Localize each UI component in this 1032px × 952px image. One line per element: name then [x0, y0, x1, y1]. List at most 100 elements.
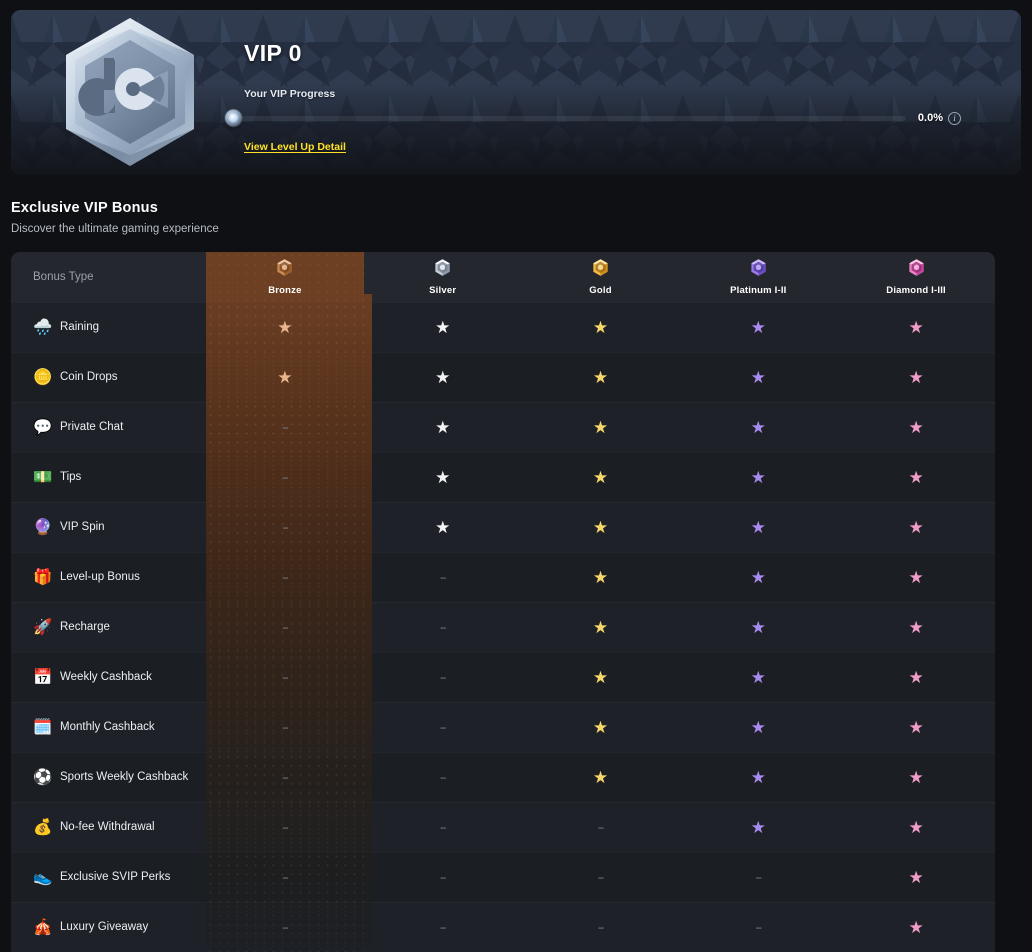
table-row: 🎪 Luxury Giveaway -- -- -- -- ★ — [11, 902, 995, 952]
silver-medal-icon — [433, 258, 452, 282]
money-bag-icon: 💰 — [33, 818, 53, 836]
table-row: 👟 Exclusive SVIP Perks -- -- -- -- ★ — [11, 852, 995, 903]
not-available-dash: -- — [282, 821, 288, 834]
bonus-type-label: Tips — [60, 471, 82, 484]
star-icon: ★ — [592, 418, 609, 437]
platinum-medal-icon — [749, 258, 768, 282]
star-icon: ★ — [750, 468, 766, 487]
benefit-cell: -- — [364, 653, 522, 702]
not-available-dash: -- — [282, 721, 288, 734]
star-icon: ★ — [592, 518, 609, 537]
benefit-cell: ★ — [837, 903, 995, 952]
not-available-dash: -- — [597, 821, 604, 834]
bonus-type-label: VIP Spin — [60, 521, 105, 534]
table-header-row: Bonus Type Bronze Silver Gold Platinum I-II D… — [11, 252, 995, 303]
money-note-icon: 💵 — [33, 468, 53, 486]
benefit-cell: ★ — [837, 803, 995, 852]
column-header-gold[interactable]: Gold — [522, 252, 680, 302]
bonus-type-label: Luxury Giveaway — [60, 921, 149, 934]
column-header-bronze[interactable]: Bronze — [206, 252, 364, 303]
star-icon: ★ — [750, 818, 766, 837]
benefit-cell: -- — [206, 402, 364, 453]
info-icon[interactable]: i — [948, 111, 961, 125]
benefit-cell: -- — [522, 903, 680, 952]
vip-progress-thumb[interactable] — [225, 109, 242, 127]
bonus-type-label: Sports Weekly Cashback — [60, 771, 189, 784]
bonus-type-label: Exclusive SVIP Perks — [60, 871, 171, 884]
not-available-dash: -- — [440, 871, 446, 884]
silver-medal-icon — [435, 259, 450, 276]
benefit-cell: -- — [206, 702, 364, 753]
benefit-cell: -- — [206, 902, 364, 952]
benefit-cell: -- — [206, 752, 364, 803]
crystal-ball-icon: 🔮 — [33, 518, 53, 536]
benefit-cell: ★ — [522, 753, 680, 802]
not-available-dash: -- — [440, 721, 446, 734]
star-icon: ★ — [592, 318, 609, 337]
diamond-medal-icon — [908, 259, 924, 276]
tier-name-label: Platinum I-II — [730, 285, 787, 296]
star-icon: ★ — [750, 518, 766, 537]
bronze-medal-icon — [277, 259, 293, 276]
not-available-dash: -- — [440, 821, 446, 834]
bonus-type-cell: 🗓️ Monthly Cashback — [11, 703, 206, 752]
not-available-dash: -- — [755, 871, 762, 884]
table-row: 🚀 Recharge -- -- ★ ★ ★ — [11, 602, 995, 653]
benefit-cell: -- — [206, 652, 364, 703]
column-header-silver[interactable]: Silver — [364, 252, 522, 302]
star-icon: ★ — [592, 768, 609, 787]
benefit-cell: ★ — [837, 653, 995, 702]
benefit-cell: -- — [364, 703, 522, 752]
star-icon: ★ — [908, 668, 924, 687]
benefit-cell: ★ — [837, 703, 995, 752]
bonus-type-cell: 🔮 VIP Spin — [11, 503, 206, 552]
star-icon: ★ — [908, 918, 924, 937]
table-row: ⚽ Sports Weekly Cashback -- -- ★ ★ ★ — [11, 752, 995, 803]
bonus-type-cell: 🌧️ Raining — [11, 303, 206, 352]
star-icon: ★ — [908, 518, 924, 537]
view-level-up-detail-link[interactable]: View Level Up Detail — [244, 141, 346, 153]
benefit-cell: -- — [206, 452, 364, 503]
calendar-icon: 📅 — [33, 668, 53, 686]
table-row: 💰 No-fee Withdrawal -- -- -- ★ ★ — [11, 802, 995, 853]
benefit-cell: ★ — [522, 603, 680, 652]
benefit-cell: ★ — [679, 353, 837, 402]
benefit-cell: ★ — [679, 603, 837, 652]
table-row: 🎁 Level-up Bonus -- -- ★ ★ ★ — [11, 552, 995, 603]
not-available-dash: -- — [282, 521, 288, 534]
bonus-type-cell: 💰 No-fee Withdrawal — [11, 803, 206, 852]
bonus-type-label: Coin Drops — [60, 371, 118, 384]
benefit-cell: ★ — [679, 653, 837, 702]
column-header-diamond-i-iii[interactable]: Diamond I-III — [837, 252, 995, 302]
page-title: Exclusive VIP Bonus — [11, 200, 158, 216]
star-icon: ★ — [592, 668, 609, 687]
not-available-dash: -- — [440, 921, 446, 934]
bonus-type-cell: 👟 Exclusive SVIP Perks — [11, 853, 206, 902]
not-available-dash: -- — [440, 621, 446, 634]
benefit-cell: ★ — [364, 453, 522, 502]
star-icon: ★ — [435, 368, 451, 387]
star-icon: ★ — [435, 468, 451, 487]
bonus-type-cell: 📅 Weekly Cashback — [11, 653, 206, 702]
star-icon: ★ — [435, 318, 451, 337]
column-header-platinum-i-ii[interactable]: Platinum I-II — [679, 252, 837, 302]
star-icon: ★ — [750, 568, 766, 587]
not-available-dash: -- — [597, 871, 604, 884]
benefit-cell: ★ — [522, 653, 680, 702]
bonus-type-cell: 🎁 Level-up Bonus — [11, 553, 206, 602]
benefit-cell: ★ — [837, 503, 995, 552]
bonus-type-cell: 💬 Private Chat — [11, 403, 206, 452]
star-icon: ★ — [750, 718, 766, 737]
star-icon: ★ — [750, 318, 766, 337]
benefit-cell: ★ — [522, 703, 680, 752]
benefit-cell: ★ — [837, 353, 995, 402]
diamond-medal-icon — [907, 258, 926, 282]
tier-name-label: Gold — [589, 285, 612, 296]
star-icon: ★ — [592, 718, 609, 737]
gift-icon: 🎁 — [33, 568, 53, 586]
star-icon: ★ — [908, 468, 924, 487]
star-icon: ★ — [908, 568, 924, 587]
star-icon: ★ — [908, 868, 924, 887]
star-icon: ★ — [908, 768, 924, 787]
benefit-cell: -- — [522, 853, 680, 902]
